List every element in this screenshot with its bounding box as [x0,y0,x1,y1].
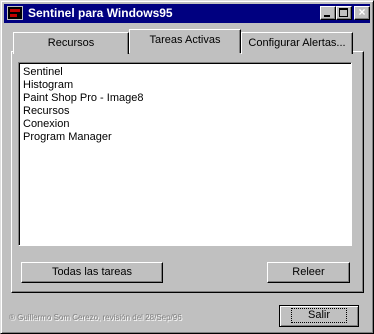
tasks-listbox[interactable]: Sentinel Histogram Paint Shop Pro - Image8… [18,62,352,246]
maximize-icon [339,8,348,17]
task-item[interactable]: Sentinel [23,66,351,79]
minimize-icon [324,15,330,17]
tab-tareas-activas[interactable]: Tareas Activas [129,29,241,53]
task-item[interactable]: Recursos [23,105,351,118]
close-icon: × [358,5,366,19]
minimize-button[interactable] [320,6,336,20]
window-title: Sentinel para Windows95 [28,6,173,20]
todas-las-tareas-button[interactable]: Todas las tareas [21,262,163,283]
task-item[interactable]: Conexion [23,118,351,131]
close-button[interactable]: × [354,5,370,20]
tab-recursos[interactable]: Recursos [13,32,129,54]
salir-button[interactable]: Salir [279,305,359,327]
app-icon[interactable] [7,6,23,20]
task-item[interactable]: Paint Shop Pro - Image8 [23,92,351,105]
task-list: Sentinel Histogram Paint Shop Pro - Image8… [19,63,351,144]
task-item[interactable]: Histogram [23,79,351,92]
releer-button[interactable]: Releer [267,262,350,283]
tab-configurar-alertas[interactable]: Configurar Alertas... [241,32,353,54]
task-item[interactable]: Program Manager [23,131,351,144]
sentinel-window: Sentinel para Windows95 × Recursos Tarea… [0,0,374,334]
copyright-text: ® Guillermo Som Cerezo, revisión del 28/… [9,313,182,322]
maximize-button[interactable] [336,6,352,20]
salir-label: Salir [290,308,347,323]
title-bar[interactable]: Sentinel para Windows95 × [4,4,370,23]
